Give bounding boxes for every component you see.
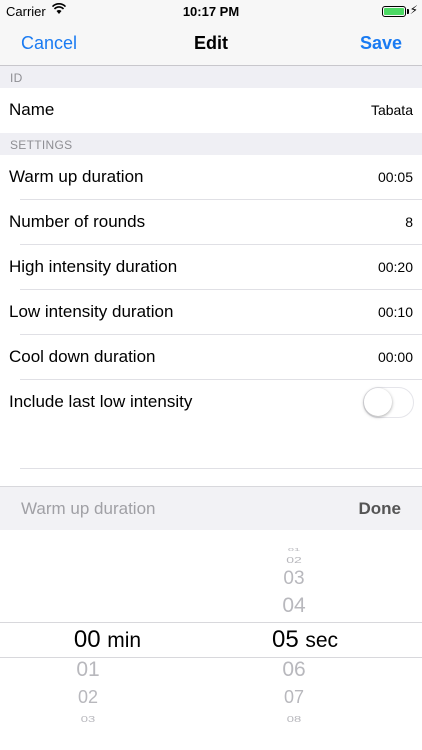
- setting-value: 8: [405, 214, 413, 230]
- setting-label: Warm up duration: [9, 167, 144, 186]
- include-last-low-intensity-toggle[interactable]: [363, 387, 414, 418]
- setting-label: High intensity duration: [9, 257, 178, 276]
- section-header-id: ID: [10, 71, 23, 85]
- seconds-unit-label: sec: [305, 629, 339, 652]
- high-intensity-duration-cell[interactable]: High intensity duration 00:20: [0, 245, 422, 290]
- include-last-low-intensity-cell: Include last low intensity: [0, 380, 422, 425]
- setting-label: Number of rounds: [9, 212, 146, 231]
- setting-label: Low intensity duration: [9, 302, 174, 321]
- number-of-rounds-cell[interactable]: Number of rounds 8: [0, 200, 422, 245]
- page-title: Edit: [194, 33, 228, 53]
- minutes-row[interactable]: 03: [0, 715, 176, 724]
- battery-icon: [382, 6, 406, 17]
- cool-down-duration-cell[interactable]: Cool down duration 00:00: [0, 335, 422, 380]
- seconds-row[interactable]: 08: [254, 715, 334, 724]
- seconds-row[interactable]: 06: [254, 658, 334, 682]
- seconds-row[interactable]: 02: [254, 555, 334, 565]
- save-button[interactable]: Save: [360, 33, 402, 54]
- minutes-row[interactable]: 02: [0, 687, 176, 708]
- minutes-selected-row[interactable]: 00 min: [0, 626, 215, 654]
- toggle-label: Include last low intensity: [9, 392, 193, 411]
- minutes-row[interactable]: 01: [0, 658, 176, 682]
- minutes-unit-label: min: [107, 629, 142, 652]
- minutes-selected-value: 00: [73, 626, 101, 653]
- setting-value: 00:20: [377, 259, 413, 275]
- setting-label: Cool down duration: [9, 347, 156, 366]
- seconds-row[interactable]: 04: [254, 594, 334, 618]
- name-label: Name: [9, 100, 55, 119]
- seconds-row[interactable]: 07: [254, 687, 334, 708]
- navigation-bar: Cancel Edit Save: [0, 22, 422, 66]
- name-value: Tabata: [370, 102, 413, 118]
- setting-value: 00:10: [377, 304, 413, 320]
- status-time: 10:17 PM: [182, 4, 240, 19]
- low-intensity-duration-cell[interactable]: Low intensity duration 00:10: [0, 290, 422, 335]
- picker-toolbar: Warm up duration Done: [0, 486, 422, 530]
- setting-value: 00:00: [377, 349, 413, 365]
- table-empty-area: [0, 424, 422, 486]
- seconds-selected-value: 05: [272, 626, 299, 653]
- duration-picker[interactable]: 00 min 01 02 03 01 02 03 04 05 sec 06 07…: [0, 530, 422, 750]
- done-button[interactable]: Done: [359, 499, 402, 519]
- charging-bolt-icon: ⚡: [409, 3, 418, 17]
- warm-up-duration-cell[interactable]: Warm up duration 00:05: [0, 155, 422, 200]
- seconds-selected-row[interactable]: 05 sec: [272, 626, 372, 654]
- setting-value: 00:05: [377, 169, 413, 185]
- status-bar: Carrier 10:17 PM ⚡: [0, 0, 422, 22]
- cell-separator: [20, 468, 422, 469]
- seconds-row[interactable]: 01: [254, 548, 334, 553]
- toggle-knob: [364, 388, 392, 416]
- section-header-settings: SETTINGS: [10, 138, 73, 152]
- seconds-row[interactable]: 03: [254, 568, 334, 590]
- name-cell[interactable]: Name Tabata: [0, 88, 422, 133]
- picker-title: Warm up duration: [21, 499, 156, 518]
